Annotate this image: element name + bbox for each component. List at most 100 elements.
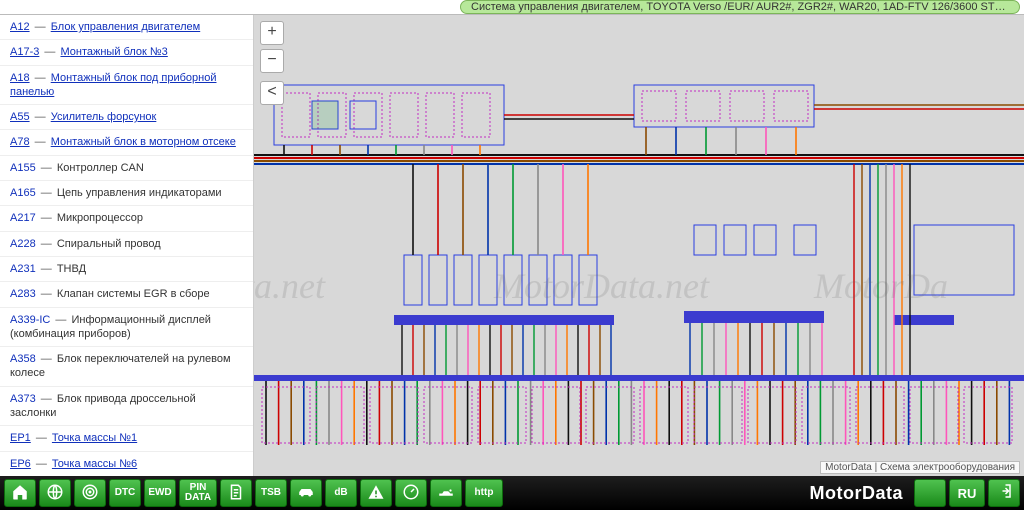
oil-icon bbox=[437, 483, 455, 504]
separator: — bbox=[38, 187, 55, 199]
component-code: A339-IC bbox=[10, 314, 50, 326]
sidebar-item-a373[interactable]: A373 — Блок привода дроссельной заслонки bbox=[0, 387, 253, 427]
component-name: Спиральный провод bbox=[57, 238, 161, 250]
component-code: A165 bbox=[10, 187, 36, 199]
separator: — bbox=[32, 72, 49, 84]
component-name: Клапан системы EGR в сборе bbox=[57, 288, 210, 300]
sidebar-item-a283[interactable]: A283 — Клапан системы EGR в сборе bbox=[0, 282, 253, 307]
component-name: Цепь управления индикаторами bbox=[57, 187, 222, 199]
separator: — bbox=[52, 314, 69, 326]
exit-icon bbox=[995, 482, 1013, 505]
footer-target-button[interactable] bbox=[74, 479, 106, 507]
separator: — bbox=[38, 238, 55, 250]
zoom-controls: + − bbox=[260, 21, 284, 73]
component-code: A231 bbox=[10, 263, 36, 275]
separator: — bbox=[38, 212, 55, 224]
footer-tsb-button[interactable]: TSB bbox=[255, 479, 287, 507]
sidebar-item-a18[interactable]: A18 — Монтажный блок под приборной панел… bbox=[0, 66, 253, 106]
target-icon bbox=[81, 483, 99, 504]
gauge-icon bbox=[402, 483, 420, 504]
component-code: EP1 bbox=[10, 432, 31, 444]
button-label: dB bbox=[334, 488, 347, 498]
component-code: EP6 bbox=[10, 458, 31, 470]
footer-doc-button[interactable] bbox=[220, 479, 252, 507]
separator: — bbox=[33, 458, 50, 470]
sidebar-item-a55[interactable]: A55 — Усилитель форсунок bbox=[0, 105, 253, 130]
footer-pin-data-button[interactable]: PINDATA bbox=[179, 479, 217, 507]
sidebar-item-a231[interactable]: A231 — ТНВД bbox=[0, 257, 253, 282]
footer-db-button[interactable]: dB bbox=[325, 479, 357, 507]
component-code: A228 bbox=[10, 238, 36, 250]
footer-toolbar: DTC EWD PINDATA TSB dB http MotorData RU bbox=[0, 476, 1024, 510]
component-name: Блок управления двигателем bbox=[51, 21, 201, 33]
component-code: A18 bbox=[10, 72, 30, 84]
exit-button[interactable] bbox=[988, 479, 1020, 507]
sidebar[interactable]: A12 — Блок управления двигателемA17-3 — … bbox=[0, 15, 254, 476]
footer-book-button[interactable] bbox=[914, 479, 946, 507]
button-label: DTC bbox=[115, 488, 136, 498]
separator: — bbox=[32, 111, 49, 123]
button-label: http bbox=[475, 488, 494, 498]
footer-http-button[interactable]: http bbox=[465, 479, 503, 507]
component-name: Усилитель форсунок bbox=[51, 111, 157, 123]
button-label: TSB bbox=[261, 488, 281, 498]
doc-icon bbox=[227, 483, 245, 504]
footer-globe-button[interactable] bbox=[39, 479, 71, 507]
component-name: Точка массы №1 bbox=[52, 432, 137, 444]
separator: — bbox=[38, 288, 55, 300]
language-button[interactable]: RU bbox=[949, 479, 985, 507]
footer-warning-button[interactable] bbox=[360, 479, 392, 507]
diagram-attribution: MotorData | Схема электрооборудования bbox=[820, 461, 1020, 474]
globe-icon bbox=[46, 483, 64, 504]
sidebar-item-ep1[interactable]: EP1 — Точка массы №1 bbox=[0, 426, 253, 451]
component-name: Точка массы №6 bbox=[52, 458, 137, 470]
component-name: ТНВД bbox=[57, 263, 86, 275]
warning-icon bbox=[367, 483, 385, 504]
component-code: A373 bbox=[10, 393, 36, 405]
separator: — bbox=[38, 393, 55, 405]
component-code: A283 bbox=[10, 288, 36, 300]
home-icon bbox=[11, 483, 29, 504]
header: Система управления двигателем, TOYOTA Ve… bbox=[0, 0, 1024, 14]
sidebar-item-a339-ic[interactable]: A339-IC — Информационный дисплей (комбин… bbox=[0, 308, 253, 348]
sidebar-item-a165[interactable]: A165 — Цепь управления индикаторами bbox=[0, 181, 253, 206]
sidebar-item-a155[interactable]: A155 — Контроллер CAN bbox=[0, 156, 253, 181]
component-code: A17-3 bbox=[10, 46, 39, 58]
sidebar-item-a78[interactable]: A78 — Монтажный блок в моторном отсеке bbox=[0, 130, 253, 155]
footer-home-button[interactable] bbox=[4, 479, 36, 507]
scroll-left-button[interactable]: < bbox=[260, 81, 284, 105]
diagram-viewport[interactable]: + − < ta.net MotorData.net MotorDa Motor… bbox=[254, 15, 1024, 476]
sidebar-item-a217[interactable]: A217 — Микропроцессор bbox=[0, 206, 253, 231]
sidebar-item-a228[interactable]: A228 — Спиральный провод bbox=[0, 232, 253, 257]
separator: — bbox=[32, 21, 49, 33]
component-code: A55 bbox=[10, 111, 30, 123]
page-title-badge: Система управления двигателем, TOYOTA Ve… bbox=[460, 0, 1020, 14]
button-label: EWD bbox=[148, 488, 171, 498]
main: A12 — Блок управления двигателемA17-3 — … bbox=[0, 14, 1024, 476]
zoom-out-button[interactable]: − bbox=[260, 49, 284, 73]
component-code: A155 bbox=[10, 162, 36, 174]
footer-gauge-button[interactable] bbox=[395, 479, 427, 507]
component-code: A217 bbox=[10, 212, 36, 224]
component-name: Контроллер CAN bbox=[57, 162, 144, 174]
footer-dtc-button[interactable]: DTC bbox=[109, 479, 141, 507]
separator: — bbox=[33, 432, 50, 444]
component-code: A12 bbox=[10, 21, 30, 33]
brand-label: MotorData bbox=[810, 483, 904, 504]
zoom-in-button[interactable]: + bbox=[260, 21, 284, 45]
separator: — bbox=[38, 263, 55, 275]
component-name: Монтажный блок в моторном отсеке bbox=[51, 136, 236, 148]
sidebar-item-a12[interactable]: A12 — Блок управления двигателем bbox=[0, 15, 253, 40]
separator: — bbox=[32, 136, 49, 148]
footer-ewd-button[interactable]: EWD bbox=[144, 479, 176, 507]
sidebar-item-a17-3[interactable]: A17-3 — Монтажный блок №3 bbox=[0, 40, 253, 65]
sidebar-item-a358[interactable]: A358 — Блок переключателей на рулевом ко… bbox=[0, 347, 253, 387]
wiring-diagram[interactable] bbox=[254, 15, 1024, 476]
footer-oil-button[interactable] bbox=[430, 479, 462, 507]
separator: — bbox=[38, 162, 55, 174]
sidebar-item-ep6[interactable]: EP6 — Точка массы №6 bbox=[0, 452, 253, 476]
separator: — bbox=[38, 353, 55, 365]
footer-vehicle-button[interactable] bbox=[290, 479, 322, 507]
separator: — bbox=[41, 46, 58, 58]
button-label: PINDATA bbox=[185, 483, 211, 503]
